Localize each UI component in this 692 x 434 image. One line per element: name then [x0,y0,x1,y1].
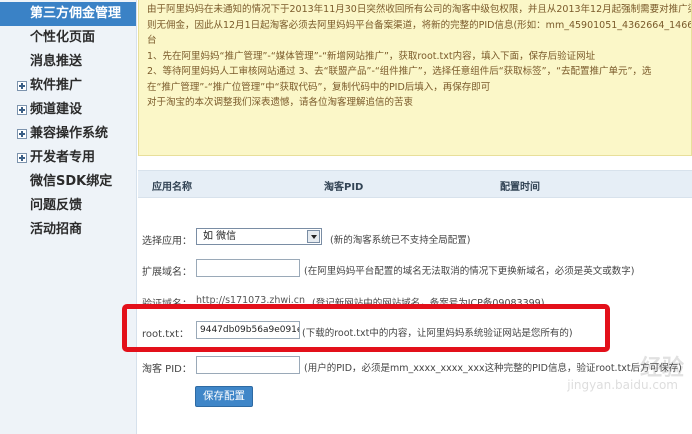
watermark-url: jingyan.baidu.com [567,378,678,392]
column-header-time: 配置时间 [500,182,540,193]
sidebar-item-label: 软件推广 [30,78,83,93]
highlight-annotation [122,304,610,352]
notice-line: 由于阿里妈妈在未通知的情况下于2013年11月30日突然收回所有公司的淘客中级包… [147,4,692,15]
expand-plus-icon[interactable] [17,81,27,91]
sidebar-item-label: 消息推送 [30,54,83,69]
app-select-hint: (新的淘客系统已不支持全局配置) [330,235,471,246]
sidebar-item-7[interactable]: 微信SDK绑定 [0,170,136,194]
expand-plus-icon[interactable] [17,129,27,139]
chevron-down-icon[interactable] [307,230,320,243]
domain-row: 扩展域名： (在阿里妈妈平台配置的域名无法取消的情况下更换新域名，必须是英文或数… [142,259,692,279]
expand-plus-icon[interactable] [17,105,27,115]
sidebar-item-label: 开发者专用 [30,150,96,165]
expand-plus-icon[interactable] [17,153,27,163]
app-select-label: 选择应用： [142,236,192,247]
sidebar-item-4[interactable]: 频道建设 [0,98,136,122]
notice-line: 则无佣金，因此从12月1日起淘客必须去阿里妈妈平台备案渠道，将新的完整的PID信… [147,19,692,31]
sidebar-nav: 第三方佣金管理 个性化页面消息推送软件推广频道建设兼容操作系统 开发者专用微信SDK… [0,0,137,434]
app-select-row: 选择应用： 如 微信 (新的淘客系统已不支持全局配置) [142,228,692,248]
app-select-value: 如 微信 [203,231,237,242]
sidebar-item-2[interactable]: 消息推送 [0,50,136,74]
sidebar-item-label: 兼容操作系统 [30,126,109,141]
notice-line: 在“推广管理”-“推广位管理”中“获取代码”，复制代码中的PID后填入，再保存即… [147,81,491,93]
column-header-pid: 淘客PID [324,182,364,193]
sidebar-item-6[interactable]: 开发者专用 [0,146,136,170]
app-select[interactable]: 如 微信 [196,228,322,245]
sidebar-item-label: 活动招商 [30,222,83,237]
notice-line: 1、先在阿里妈妈“推广管理”-“媒体管理”-“新增网站推广”，获取root.tx… [147,50,596,62]
sidebar-item-0[interactable]: 第三方佣金管理 [0,2,136,26]
sidebar-item-1[interactable]: 个性化页面 [0,26,136,50]
config-table-header: 应用名称 淘客PID 配置时间 [138,170,692,198]
sidebar-item-label: 频道建设 [30,102,83,117]
domain-input[interactable] [196,259,300,277]
pid-hint: (用户的PID，必须是mm_xxxx_xxxx_xxx这种完整的PID信息，验证… [304,363,682,374]
notice-box: 由于阿里妈妈在未通知的情况下于2013年11月30日突然收回所有公司的淘客中级包… [138,0,692,156]
pid-label: 淘客 PID： [142,364,192,375]
pid-row: 淘客 PID： (用户的PID，必须是mm_xxxx_xxxx_xxx这种完整的… [142,356,692,376]
sidebar-item-label: 问题反馈 [30,198,83,213]
domain-hint: (在阿里妈妈平台配置的域名无法取消的情况下更换新域名，必须是英文或数字) [304,266,635,277]
column-header-app: 应用名称 [152,182,192,193]
notice-line: 对于淘宝的本次调整我们深表遗憾，请各位淘客理解追信的苦衷 [147,97,414,108]
sidebar-item-label: 第三方佣金管理 [30,6,122,21]
sidebar-item-3[interactable]: 软件推广 [0,74,136,98]
domain-label: 扩展域名： [142,267,192,278]
save-config-button[interactable]: 保存配置 [195,386,253,407]
sidebar-list: 第三方佣金管理 个性化页面消息推送软件推广频道建设兼容操作系统 开发者专用微信SDK… [0,0,136,242]
sidebar-item-9[interactable]: 活动招商 [0,218,136,242]
notice-line: 台 [147,35,157,46]
sidebar-item-label: 个性化页面 [30,30,96,45]
sidebar-item-8[interactable]: 问题反馈 [0,194,136,218]
sidebar-item-label: 微信SDK绑定 [30,174,113,189]
notice-line: 2、等待阿里妈妈人工审核网站通过 3、去“联盟产品”-“组件推广”，选择任意组件… [147,66,652,77]
pid-input[interactable] [196,356,300,374]
sidebar-item-5[interactable]: 兼容操作系统 [0,122,136,146]
